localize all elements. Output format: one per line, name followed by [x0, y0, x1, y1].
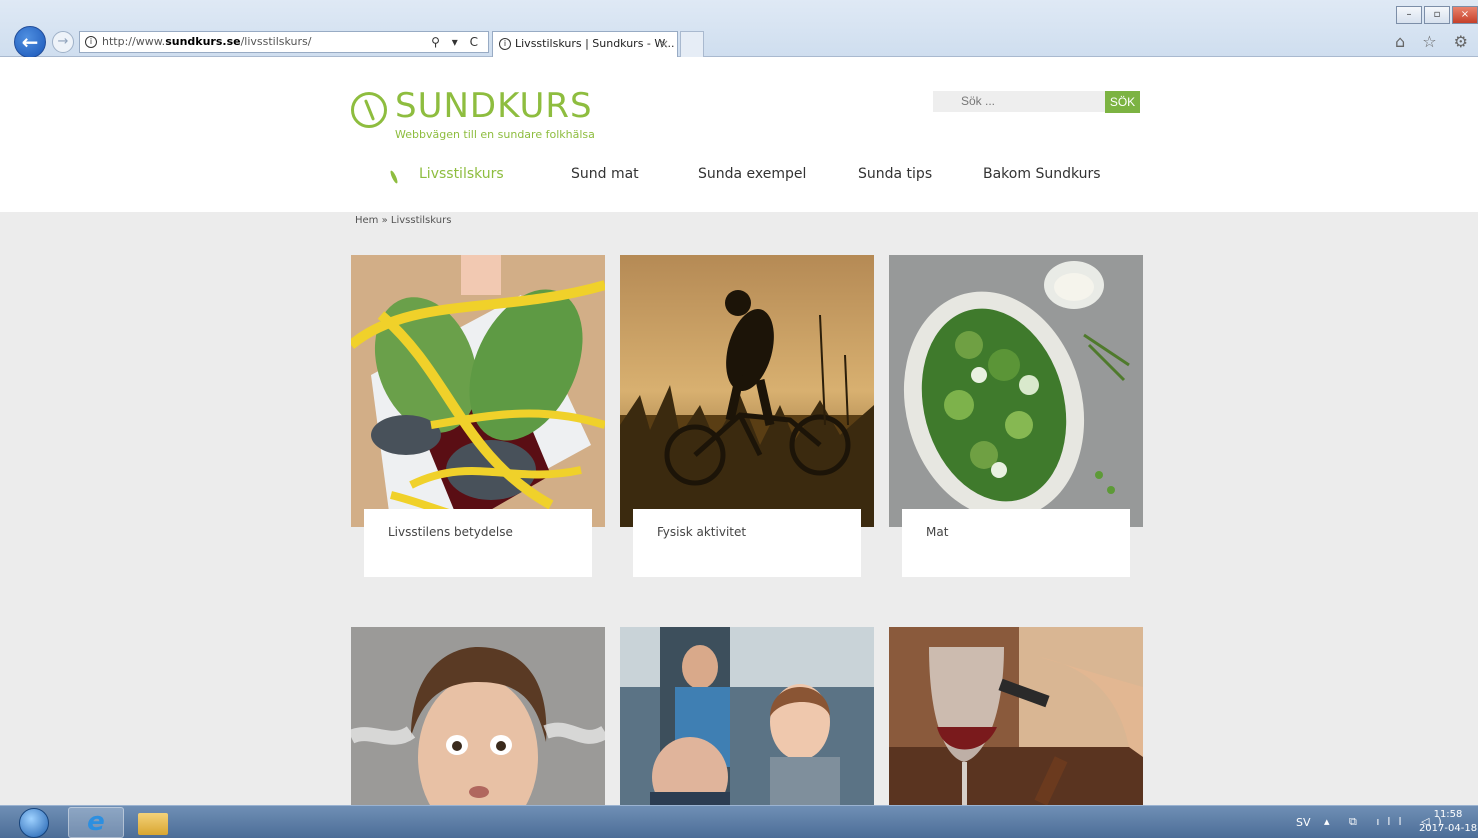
tab-title: Livsstilskurs | Sundkurs - W...	[515, 37, 675, 50]
home-favorites-settings-icons[interactable]: ⌂ ☆ ⚙	[1395, 32, 1474, 51]
clock[interactable]: 11:58 2017-04-18	[1418, 808, 1478, 836]
close-window-icon[interactable]: ×	[1452, 6, 1478, 24]
forward-arrow-icon[interactable]: →	[52, 31, 74, 53]
card-image-cyclist[interactable]	[620, 255, 874, 527]
nav-item-livsstilskurs[interactable]: Livsstilskurs	[419, 166, 504, 182]
card-caption-box[interactable]: Livsstilens betydelse	[364, 509, 592, 577]
browser-tab[interactable]: i Livsstilskurs | Sundkurs - W... ×	[492, 31, 678, 57]
site-logo[interactable]: SUNDKURS Webbvägen till en sundare folkh…	[351, 86, 611, 150]
main-nav: Livsstilskurs Sund mat Sunda exempel Sun…	[0, 166, 1478, 190]
clock-date: 2017-04-18	[1418, 823, 1478, 834]
restore-icon[interactable]: ▫	[1424, 6, 1450, 24]
card-image-wine-cigar[interactable]	[889, 627, 1143, 805]
file-explorer-icon[interactable]	[138, 813, 168, 835]
tab-info-icon: i	[499, 38, 511, 50]
minimize-icon[interactable]: –	[1396, 6, 1422, 24]
start-button-icon[interactable]	[19, 808, 49, 838]
card-image-shoes-scale[interactable]	[351, 255, 605, 527]
logo-text: SUNDKURS	[395, 86, 593, 126]
back-arrow-icon[interactable]: ←	[14, 26, 46, 58]
card-image-salad[interactable]	[889, 255, 1143, 527]
card-caption[interactable]: Fysisk aktivitet	[657, 525, 746, 539]
card-image-girl-steam[interactable]	[351, 627, 605, 805]
browser-toolbar: ← → i http://www.sundkurs.se/livsstilsku…	[0, 0, 1478, 58]
card-image-gym[interactable]	[620, 627, 874, 805]
language-indicator[interactable]: SV	[1296, 816, 1311, 829]
logo-tagline: Webbvägen till en sundare folkhälsa	[395, 128, 595, 141]
leaf-icon	[389, 169, 399, 185]
compass-leaf-icon	[351, 92, 387, 128]
clock-time: 11:58	[1433, 809, 1463, 820]
window-controls: – ▫ ×	[1396, 6, 1478, 24]
card-caption[interactable]: Mat	[926, 525, 948, 539]
nav-item-sund-mat[interactable]: Sund mat	[571, 166, 639, 182]
tab-close-icon[interactable]: ×	[659, 32, 669, 56]
nav-item-sunda-tips[interactable]: Sunda tips	[858, 166, 932, 182]
nav-item-bakom-sundkurs[interactable]: Bakom Sundkurs	[983, 166, 1101, 182]
breadcrumb[interactable]: Hem » Livsstilskurs	[355, 215, 451, 226]
info-icon: i	[85, 36, 97, 48]
site-header: SUNDKURS Webbvägen till en sundare folkh…	[0, 57, 1478, 212]
windows-taskbar: e SV ▴ ⧉ ıll ◁) 11:58 2017-04-18	[0, 805, 1478, 838]
card-caption[interactable]: Livsstilens betydelse	[388, 525, 513, 539]
search-refresh-icons[interactable]: ⚲ ▾ C	[431, 32, 482, 52]
internet-explorer-icon[interactable]: e	[68, 807, 124, 838]
address-url[interactable]: http://www.sundkurs.se/livsstilskurs/	[102, 32, 312, 52]
card-caption-box[interactable]: Fysisk aktivitet	[633, 509, 861, 577]
address-bar[interactable]: i http://www.sundkurs.se/livsstilskurs/ …	[79, 31, 489, 53]
new-tab-button[interactable]	[680, 31, 704, 57]
card-caption-box[interactable]: Mat	[902, 509, 1130, 577]
search-button[interactable]: SÖK	[1105, 91, 1140, 113]
nav-item-sunda-exempel[interactable]: Sunda exempel	[698, 166, 806, 182]
search-input[interactable]: Sök ...	[933, 91, 1105, 112]
